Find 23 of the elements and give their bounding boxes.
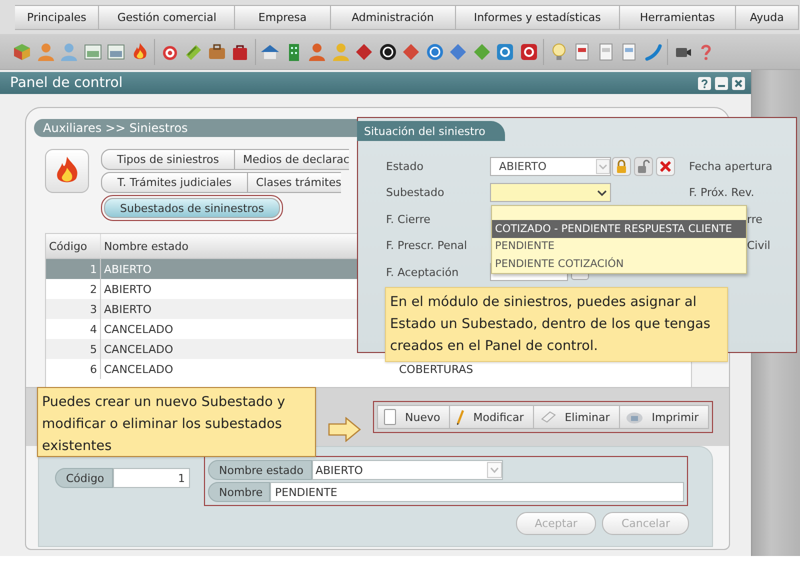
field-label: Civil bbox=[747, 239, 770, 252]
table-cell-text: ABIERTO bbox=[103, 302, 152, 316]
hint-tooltip: Puedes crear un nuevo Subestado y modificar o eliminar los subestados existentes bbox=[37, 387, 316, 457]
field-label: rre bbox=[747, 212, 762, 226]
table-cell-text: ABIERTO bbox=[103, 262, 152, 276]
hint-tooltip: En el módulo de siniestros, puedes asignar al Estado un Subestado, dentro de los que tengas creados en el Panel de control. bbox=[385, 287, 728, 362]
table-cell-text: CANCELADO bbox=[103, 362, 174, 376]
field-label: Nombre estado bbox=[208, 460, 312, 480]
field-label: Subestado bbox=[386, 186, 446, 200]
section-title: Situación del siniestro bbox=[357, 121, 506, 141]
field-label: Fecha apertura bbox=[689, 160, 772, 173]
table-cell-text: COBERTURAS bbox=[398, 362, 474, 376]
window-title: Panel de control bbox=[10, 75, 124, 91]
field-label: F. Cierre bbox=[386, 212, 432, 226]
field-label: F. Próx. Rev. bbox=[689, 186, 754, 200]
field-label: Nombre bbox=[208, 482, 270, 502]
table-cell: 6 bbox=[46, 359, 101, 379]
field-label: Código bbox=[55, 468, 113, 488]
table-cell-text: CANCELADO bbox=[103, 342, 174, 356]
table-cell-text: ABIERTO bbox=[103, 282, 152, 296]
field-label: F. Aceptación bbox=[386, 266, 460, 279]
table-cell-text: CANCELADO bbox=[103, 322, 174, 336]
field-label: Estado bbox=[386, 160, 424, 173]
